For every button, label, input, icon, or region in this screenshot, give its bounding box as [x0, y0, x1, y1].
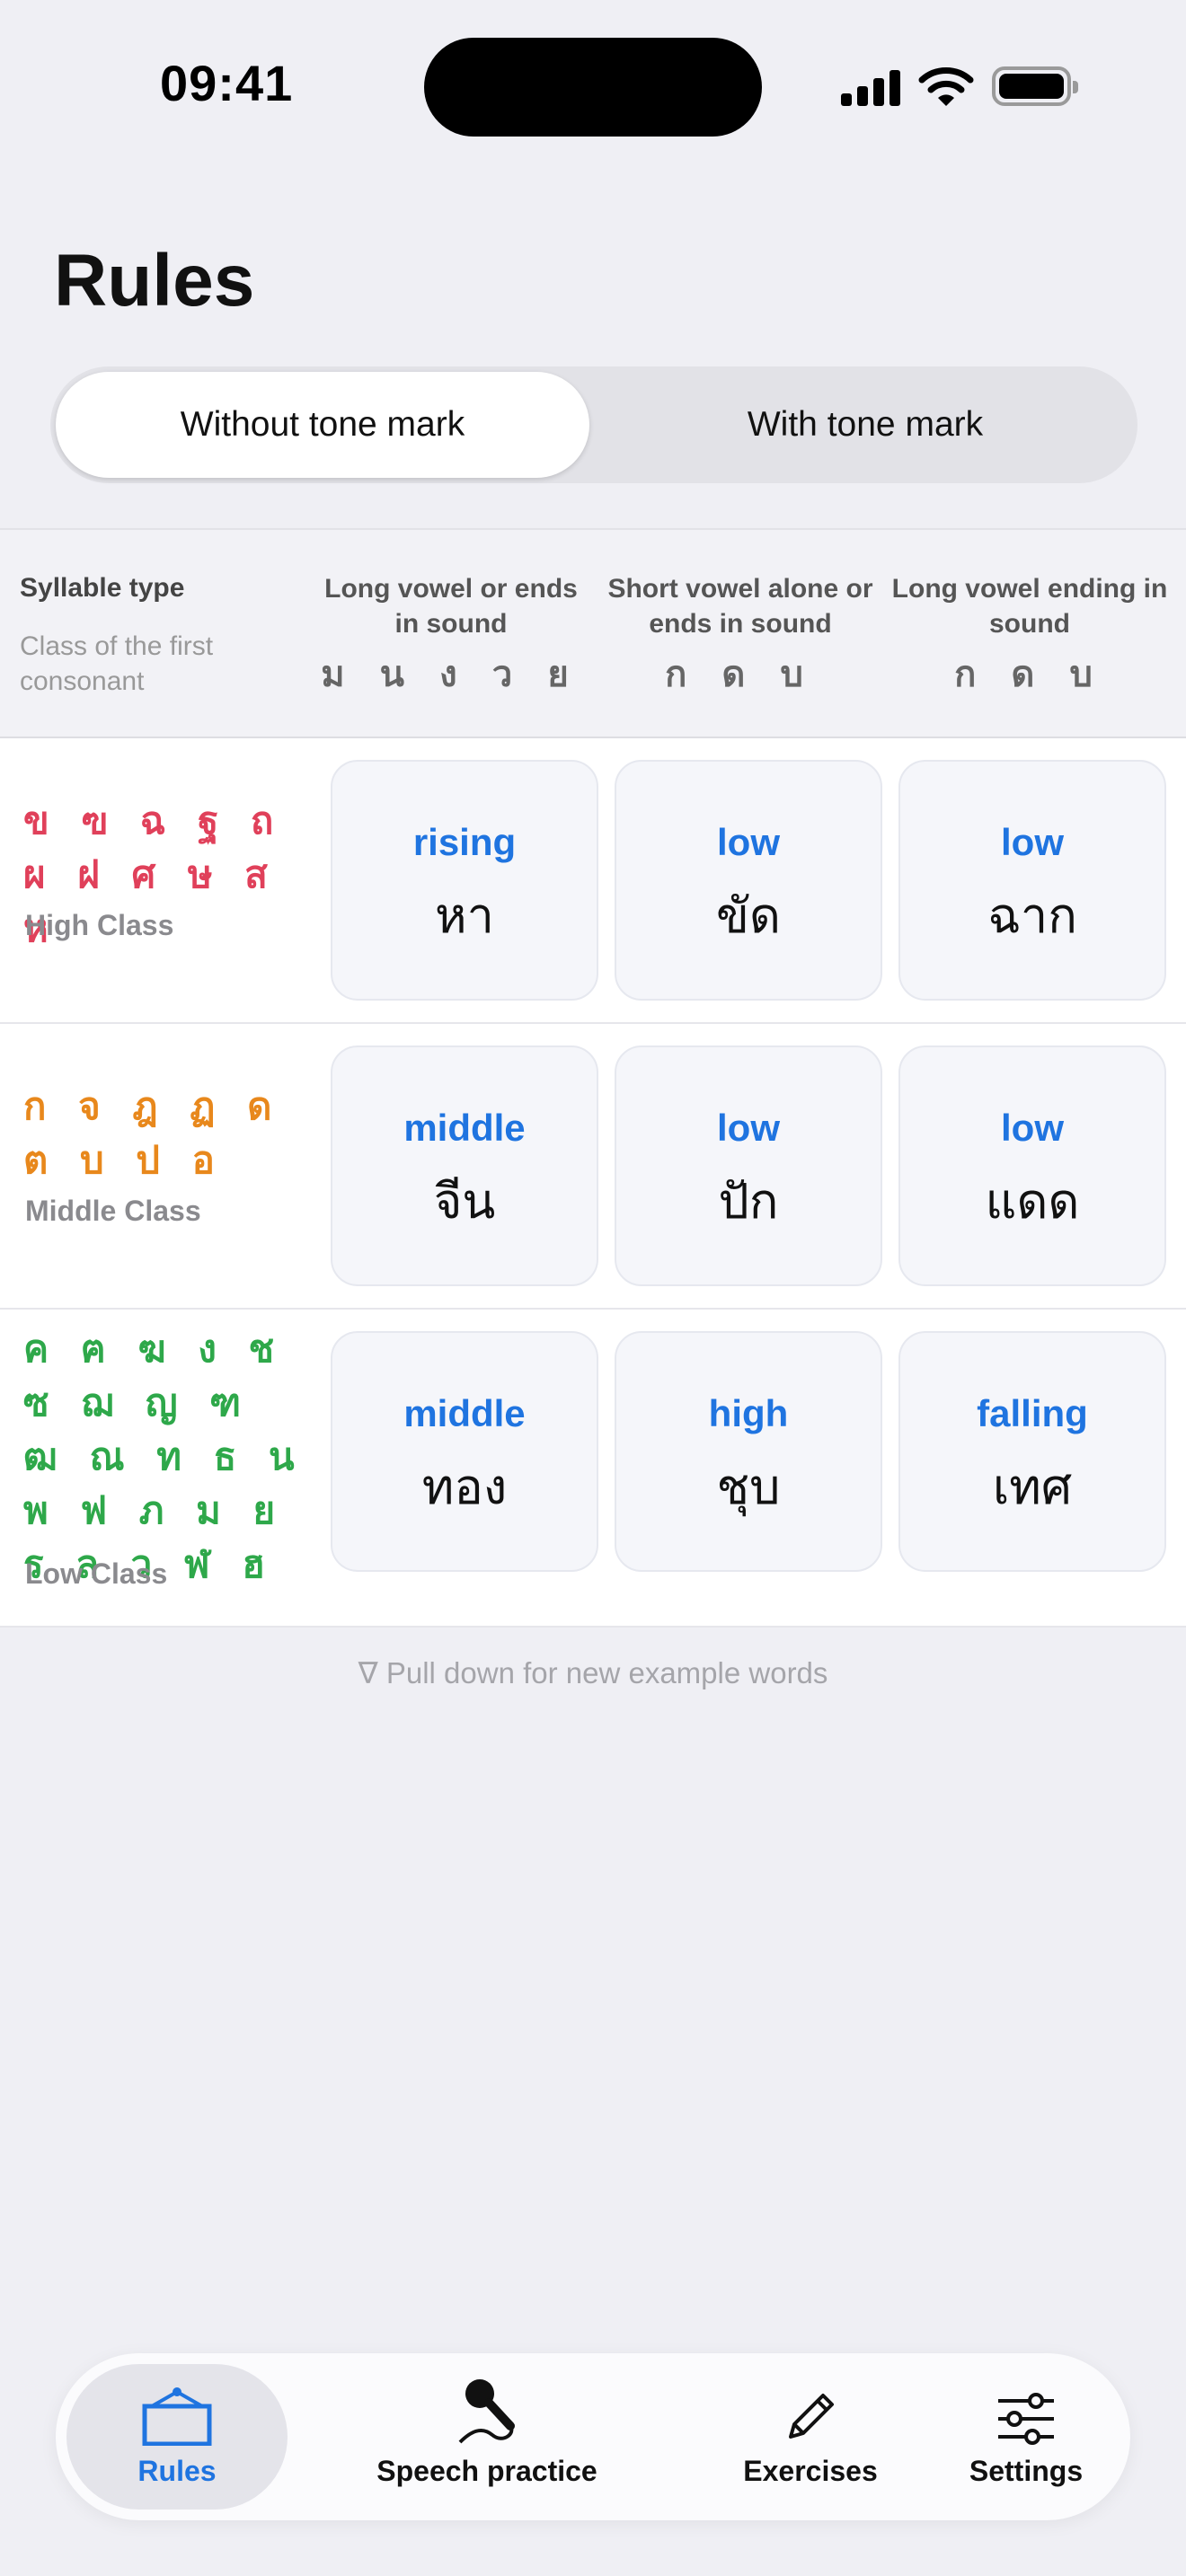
tone-label: low	[717, 1107, 780, 1149]
table-row-high-class: ข ฃ ฉ ฐ ถ ผ ฝ ศ ษ ส ห High Class rising …	[0, 738, 1186, 1024]
tone-cell[interactable]: falling เทศ	[898, 1331, 1166, 1572]
tone-cell[interactable]: middle ทอง	[331, 1331, 598, 1572]
tone-label: middle	[403, 1107, 526, 1149]
column-header-long-vowel-stop: Long vowel ending in sound ก ด บ	[890, 571, 1170, 702]
tab-exercises[interactable]: Exercises	[685, 2364, 936, 2510]
tone-cell[interactable]: high ชุบ	[615, 1331, 882, 1572]
table-row-low-class: ค ฅ ฆ ง ช ซ ฌ ญ ฑ ฒ ณ ท ธ น พ ฟ ภ ม ย ร …	[0, 1310, 1186, 1628]
tab-label: Rules	[137, 2455, 217, 2487]
tone-label: rising	[412, 821, 517, 863]
example-word: ขัด	[716, 889, 781, 943]
example-word: จีน	[433, 1175, 496, 1229]
example-word: หา	[435, 889, 494, 943]
tone-label: low	[1001, 1107, 1064, 1149]
column-header-consonants: ก ด บ	[954, 655, 1105, 694]
tone-label: low	[717, 821, 780, 863]
segment-with-tone-mark[interactable]: With tone mark	[598, 372, 1132, 478]
column-header-title: Short vowel alone or ends in sound	[607, 574, 873, 639]
high-class-label: High Class	[25, 909, 174, 941]
tab-rules[interactable]: Rules	[66, 2364, 288, 2510]
example-word: เทศ	[992, 1460, 1073, 1514]
column-header-title: Long vowel or ends in sound	[324, 574, 578, 639]
tone-label: middle	[403, 1392, 526, 1434]
middle-class-label: Middle Class	[25, 1195, 201, 1227]
tone-cell[interactable]: low ขัด	[615, 760, 882, 1001]
microphone-icon	[458, 2379, 515, 2444]
column-header-consonants: ม น ง ว ย	[321, 655, 581, 694]
low-class-consonants: ค ฅ ฆ ง ช ซ ฌ ญ ฑ ฒ ณ ท ธ น พ ฟ ภ ม ย ร …	[23, 1328, 305, 1585]
tab-label: Settings	[969, 2455, 1084, 2487]
syllable-type-header: Syllable type	[20, 573, 185, 603]
middle-class-consonants: ก จ ฎ ฏ ด ต บ ป อ	[23, 1085, 283, 1181]
tone-cell[interactable]: low ปัก	[615, 1045, 882, 1286]
tab-bar: Rules Speech practice Exercises Settings	[56, 2353, 1130, 2520]
rules-board-icon	[142, 2387, 212, 2446]
example-word: แดด	[985, 1175, 1080, 1229]
tab-label: Exercises	[743, 2455, 878, 2487]
tone-cell[interactable]: low ฉาก	[898, 760, 1166, 1001]
rules-table: Syllable type Class of the first consona…	[0, 528, 1186, 1628]
tab-settings[interactable]: Settings	[936, 2364, 1116, 2510]
tone-label: low	[1001, 821, 1064, 863]
example-word: ปัก	[718, 1175, 779, 1229]
tone-mark-segmented-control: Without tone mark With tone mark	[50, 366, 1137, 483]
segment-without-tone-mark[interactable]: Without tone mark	[56, 372, 589, 478]
page-title: Rules	[54, 240, 255, 322]
column-header-short-vowel: Short vowel alone or ends in sound ก ด บ	[600, 571, 881, 702]
battery-icon	[992, 66, 1078, 106]
column-header-consonants: ก ด บ	[665, 655, 816, 694]
pencil-icon	[789, 2394, 834, 2439]
table-header: Syllable type Class of the first consona…	[0, 530, 1186, 738]
tab-label: Speech practice	[376, 2455, 597, 2487]
column-header-long-vowel-sonorant: Long vowel or ends in sound ม น ง ว ย	[311, 571, 591, 702]
dynamic-island	[424, 38, 762, 137]
example-word: ชุบ	[716, 1460, 781, 1514]
tone-cell[interactable]: low แดด	[898, 1045, 1166, 1286]
status-time: 09:41	[160, 55, 294, 111]
class-header: Class of the first consonant	[20, 631, 214, 696]
example-word: ฉาก	[987, 889, 1077, 943]
column-header-title: Long vowel ending in sound	[891, 574, 1168, 639]
tone-cell[interactable]: rising หา	[331, 760, 598, 1001]
tone-label: falling	[977, 1392, 1088, 1434]
cellular-signal-icon	[841, 68, 900, 106]
example-word: ทอง	[421, 1460, 508, 1514]
tone-label: high	[708, 1392, 789, 1434]
tone-cell[interactable]: middle จีน	[331, 1045, 598, 1286]
sliders-icon	[998, 2393, 1054, 2445]
pull-down-hint: ∇ Pull down for new example words	[358, 1656, 828, 1689]
wifi-icon	[918, 65, 974, 108]
tab-speech-practice[interactable]: Speech practice	[343, 2364, 631, 2510]
low-class-label: Low Class	[25, 1557, 168, 1590]
table-row-middle-class: ก จ ฎ ฏ ด ต บ ป อ Middle Class middle จี…	[0, 1024, 1186, 1310]
